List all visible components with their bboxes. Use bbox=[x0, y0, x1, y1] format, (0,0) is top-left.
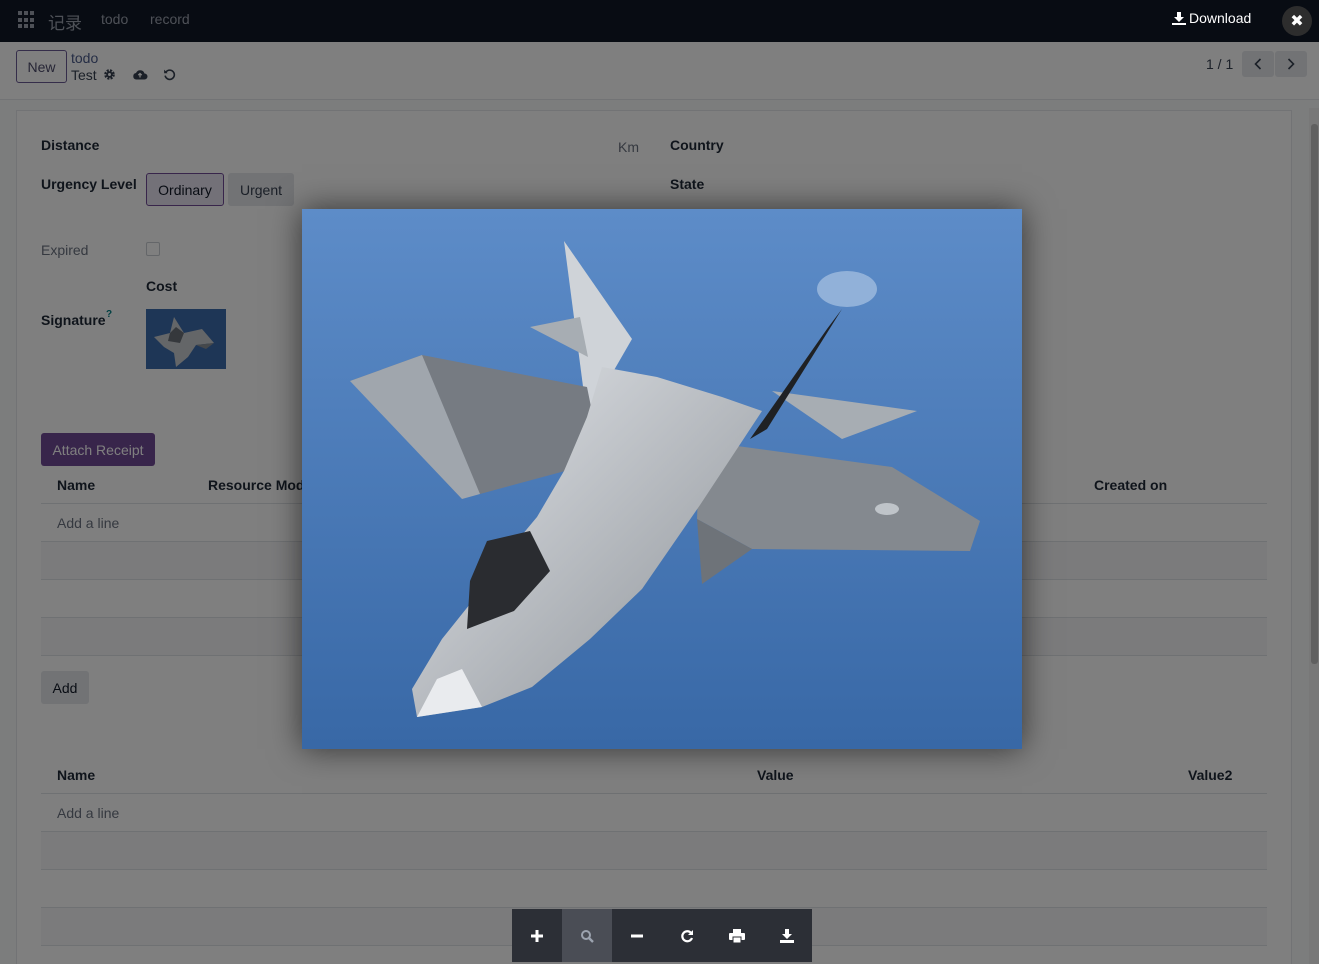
viewer-download-button[interactable]: Download bbox=[1172, 10, 1251, 26]
print-icon[interactable] bbox=[712, 909, 762, 962]
zoom-in-icon[interactable] bbox=[512, 909, 562, 962]
image-viewer-toolbar bbox=[512, 909, 812, 962]
image-viewer-photo[interactable] bbox=[302, 209, 1022, 749]
download-icon bbox=[1172, 11, 1186, 25]
viewer-download-label: Download bbox=[1189, 10, 1252, 26]
zoom-out-icon[interactable] bbox=[612, 909, 662, 962]
download-icon[interactable] bbox=[762, 909, 812, 962]
close-icon[interactable]: ✖ bbox=[1282, 6, 1312, 36]
rotate-icon[interactable] bbox=[662, 909, 712, 962]
image-viewer-header: Download ✖ bbox=[0, 0, 1319, 42]
zoom-reset-icon[interactable] bbox=[562, 909, 612, 962]
